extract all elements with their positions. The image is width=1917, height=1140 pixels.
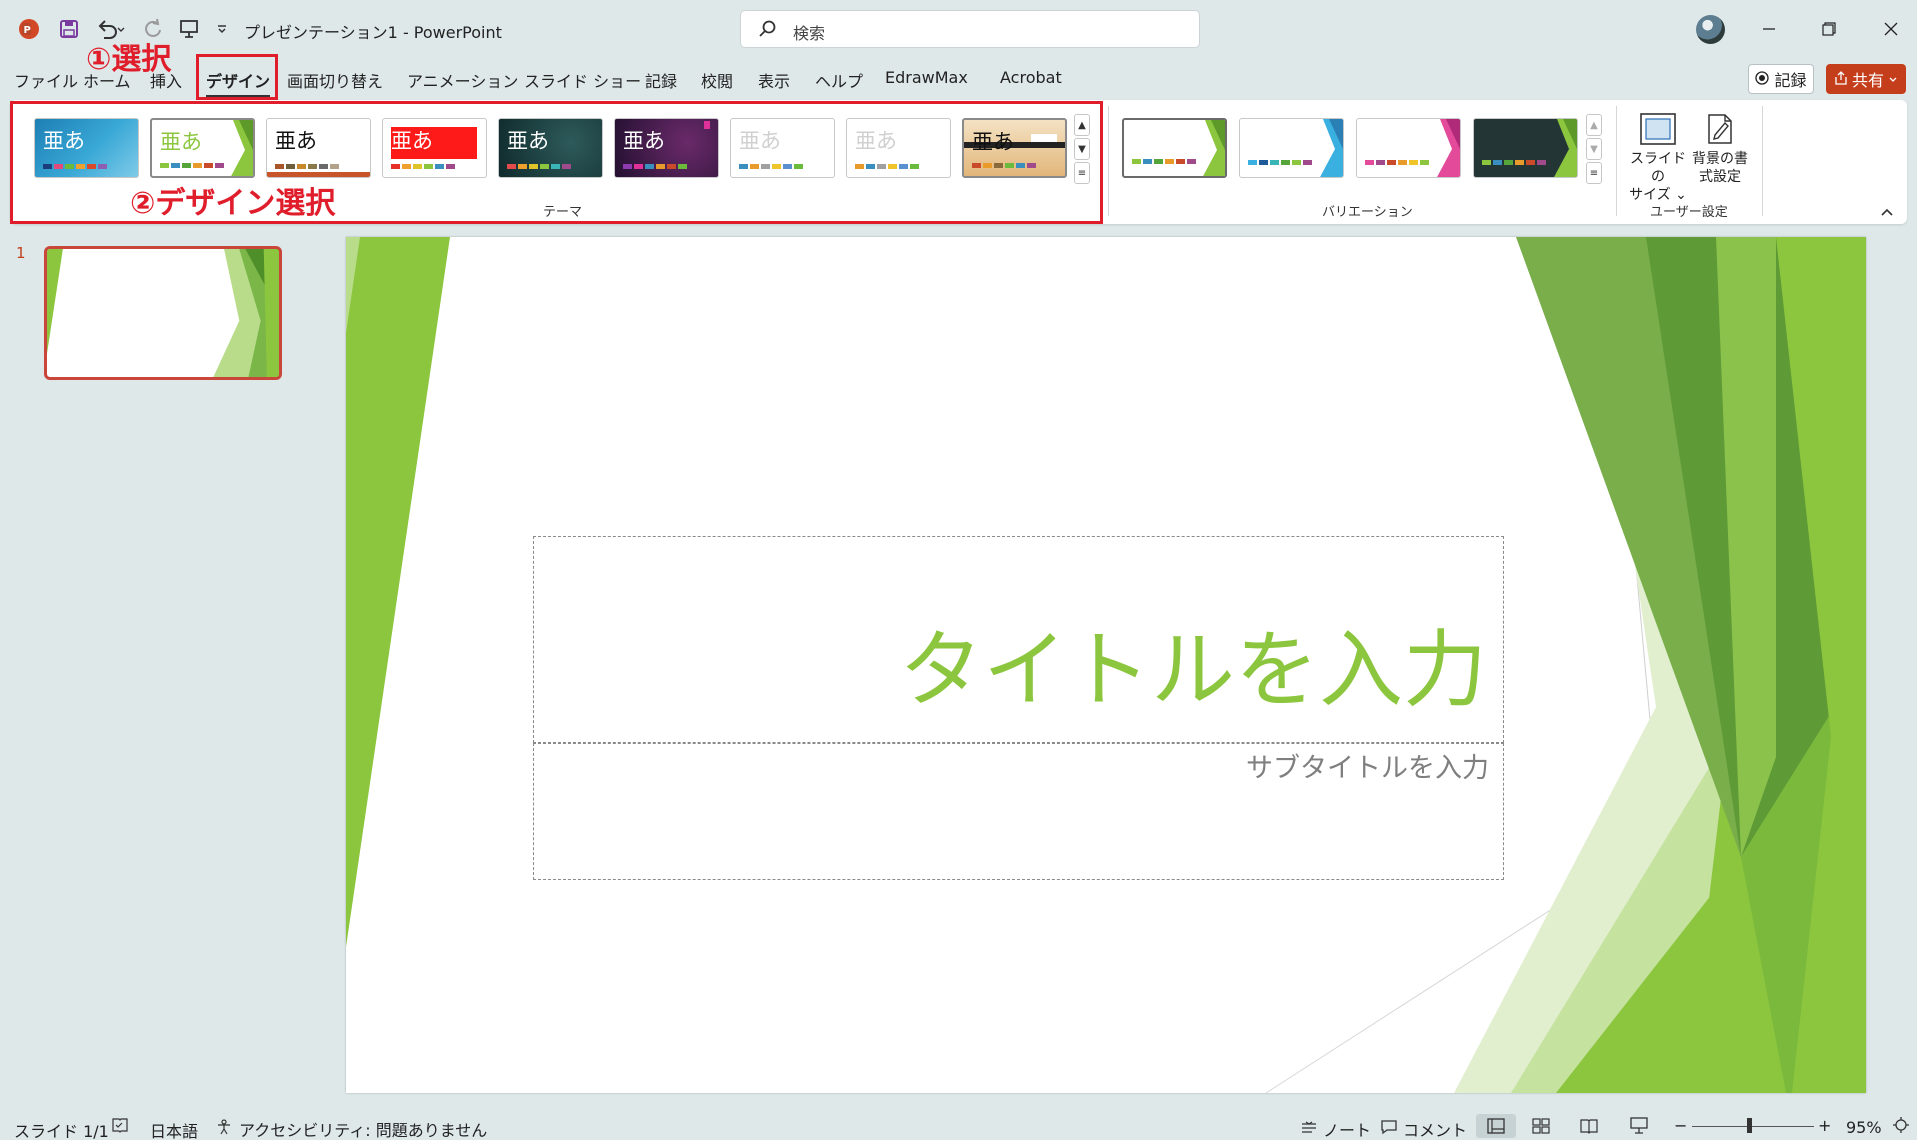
variation-dark[interactable] xyxy=(1473,118,1578,178)
language-indicator[interactable]: 日本語 xyxy=(150,1118,198,1140)
format-background-button[interactable]: 背景の書 式設定 xyxy=(1688,108,1752,186)
chevron-down-icon xyxy=(1888,70,1898,89)
ribbon-separator xyxy=(1762,106,1763,216)
reading-view-icon[interactable] xyxy=(1580,1118,1598,1138)
variation-more-icon[interactable]: ≡ xyxy=(1586,162,1602,184)
slide-thumbnail[interactable] xyxy=(44,246,282,380)
comments-button[interactable]: コメント xyxy=(1380,1117,1467,1140)
slide-thumbnail-number: 1 xyxy=(16,244,26,262)
collapse-ribbon-icon[interactable] xyxy=(1880,202,1894,221)
comment-icon xyxy=(1380,1119,1398,1139)
slide-size-label: スライドの サイズ ⌄ xyxy=(1629,151,1687,203)
title-placeholder[interactable]: タイトルを入力 xyxy=(533,536,1504,743)
tab-edrawmax[interactable]: EdrawMax xyxy=(885,68,968,87)
tab-animations[interactable]: アニメーション xyxy=(407,68,518,92)
accessibility-label: アクセシビリティ: 問題ありません xyxy=(239,1121,488,1140)
close-icon[interactable] xyxy=(1874,14,1908,44)
tab-record[interactable]: 記録 xyxy=(645,68,677,92)
user-avatar[interactable] xyxy=(1696,15,1725,44)
tab-view[interactable]: 表示 xyxy=(758,68,790,92)
comments-label: コメント xyxy=(1403,1121,1468,1140)
ribbon-separator xyxy=(1108,106,1109,216)
accessibility-status[interactable]: アクセシビリティ: 問題ありません xyxy=(216,1117,487,1140)
slide-sorter-icon[interactable] xyxy=(1532,1118,1550,1138)
notes-button[interactable]: ノート xyxy=(1300,1117,1371,1140)
tab-help[interactable]: ヘルプ xyxy=(815,68,863,92)
ribbon-separator xyxy=(1616,106,1617,216)
record-icon xyxy=(1755,70,1770,89)
variation-green[interactable] xyxy=(1122,118,1227,178)
zoom-level[interactable]: 95% xyxy=(1846,1118,1882,1137)
minimize-icon[interactable] xyxy=(1752,14,1786,44)
format-background-icon xyxy=(1688,108,1752,150)
subtitle-placeholder[interactable]: サブタイトルを入力 xyxy=(533,743,1504,880)
annotation-step2: ②デザイン選択 xyxy=(130,186,336,221)
user-group-label: ユーザー設定 xyxy=(1650,205,1728,220)
svg-text:P: P xyxy=(24,25,31,36)
slide-canvas[interactable]: タイトルを入力 サブタイトルを入力 xyxy=(346,237,1866,1093)
record-label: 記録 xyxy=(1774,71,1807,90)
zoom-slider[interactable] xyxy=(1692,1126,1814,1127)
powerpoint-logo-icon: P xyxy=(16,16,42,42)
variation-blue[interactable] xyxy=(1239,118,1344,178)
search-icon xyxy=(757,19,777,39)
slide-count: スライド 1/1 xyxy=(14,1122,109,1140)
tab-slideshow[interactable]: スライド ショー xyxy=(524,68,641,92)
record-button[interactable]: 記録 xyxy=(1748,64,1814,94)
tab-acrobat[interactable]: Acrobat xyxy=(1000,68,1062,87)
slide-size-button[interactable]: スライドの サイズ ⌄ xyxy=(1626,108,1690,204)
slide-size-icon xyxy=(1626,108,1690,150)
variation-scroll-up-icon[interactable]: ▲ xyxy=(1586,114,1602,136)
normal-view-button[interactable] xyxy=(1476,1114,1516,1138)
title-placeholder-text: タイトルを入力 xyxy=(898,621,1487,719)
save-icon[interactable] xyxy=(56,16,82,42)
restore-icon[interactable] xyxy=(1812,14,1846,44)
zoom-slider-handle[interactable] xyxy=(1747,1118,1752,1133)
annotation-step1: ①選択 xyxy=(86,42,172,77)
share-button[interactable]: 共有 xyxy=(1826,64,1906,94)
format-background-label: 背景の書 式設定 xyxy=(1692,151,1748,185)
variation-scroll-down-icon[interactable]: ▼ xyxy=(1586,138,1602,160)
notes-icon xyxy=(1300,1120,1318,1139)
title-bar: P プレゼンテーション1 - PowerPoint 検索 xyxy=(0,0,1917,58)
search-input[interactable]: 検索 xyxy=(740,10,1200,48)
tab-review[interactable]: 校閲 xyxy=(701,68,733,92)
variation-group-label: バリエーション xyxy=(1322,205,1413,220)
normal-view-icon xyxy=(1487,1118,1505,1134)
share-label: 共有 xyxy=(1851,71,1884,90)
subtitle-placeholder-text: サブタイトルを入力 xyxy=(1246,753,1489,784)
accessibility-icon xyxy=(216,1119,234,1139)
zoom-in-icon[interactable]: + xyxy=(1818,1116,1831,1135)
slideshow-view-icon[interactable] xyxy=(1630,1117,1648,1139)
tab-file[interactable]: ファイル xyxy=(14,68,78,92)
presenter-icon[interactable] xyxy=(176,16,202,42)
tab-transitions[interactable]: 画面切り替え xyxy=(287,68,383,92)
notes-label: ノート xyxy=(1323,1121,1372,1140)
spellcheck-icon[interactable] xyxy=(111,1117,129,1133)
search-placeholder: 検索 xyxy=(793,24,826,43)
customize-qat-icon[interactable] xyxy=(212,16,232,42)
fit-slide-icon[interactable] xyxy=(1892,1116,1910,1138)
share-icon xyxy=(1834,70,1848,89)
document-title: プレゼンテーション1 - PowerPoint xyxy=(244,23,502,42)
variation-pink[interactable] xyxy=(1356,118,1461,178)
zoom-out-icon[interactable]: − xyxy=(1674,1116,1687,1135)
design-tab-highlight xyxy=(196,54,278,100)
